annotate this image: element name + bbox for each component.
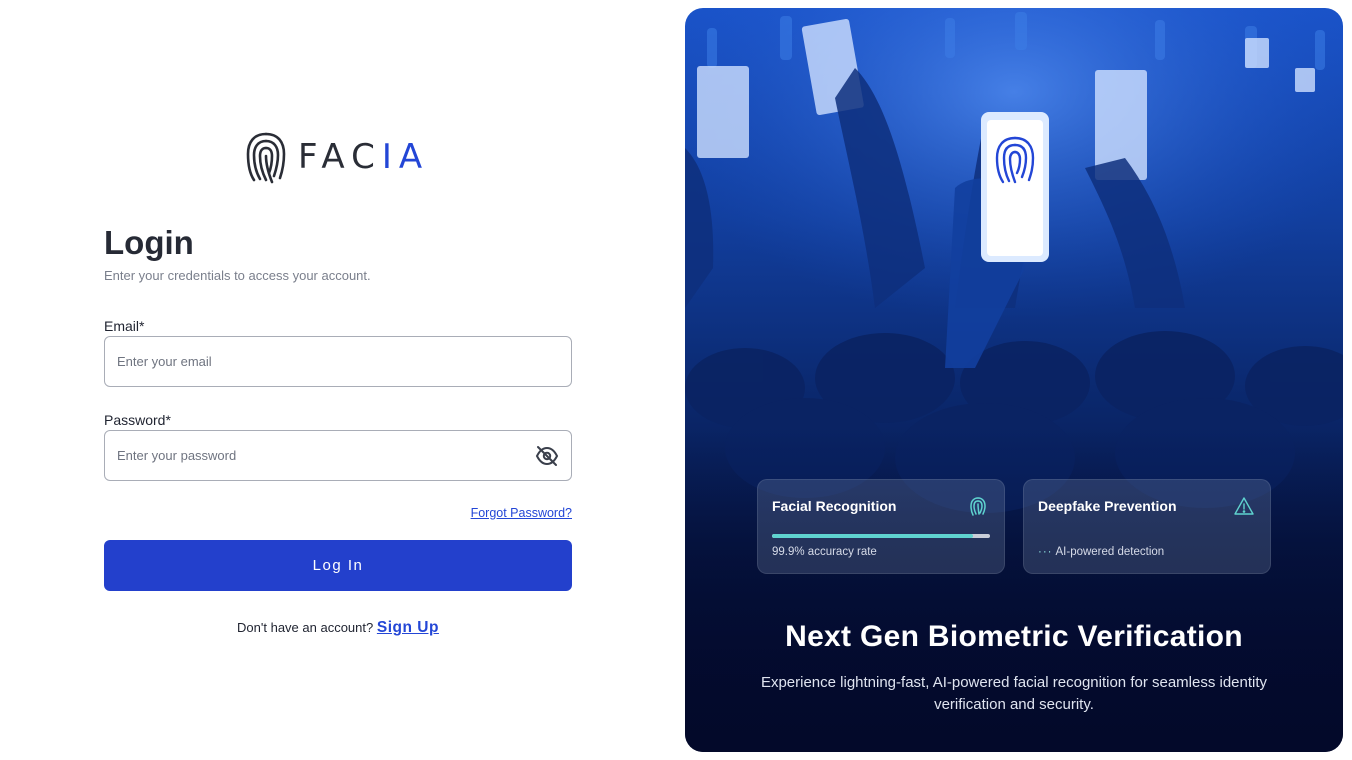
feature-card-facial-recognition: Facial Recognition 99.9% accuracy rate [757,479,1005,574]
card-caption: 99.9% accuracy rate [772,546,877,558]
password-field-wrapper [104,430,572,481]
accuracy-progress-bar [772,534,990,538]
brand-wordmark: FACIA [298,137,430,177]
password-label: Password* [104,412,171,428]
page-title: Login [104,224,194,261]
card-caption-row: ··· AI-powered detection [1038,546,1164,558]
accuracy-progress-fill [772,534,973,538]
login-panel: FACIA Login Enter your credentials to ac… [0,0,676,760]
eye-off-icon[interactable] [535,444,559,468]
promo-description: Experience lightning-fast, AI-powered fa… [760,674,1268,713]
signup-prompt: Don't have an account? [237,620,374,635]
signup-row: Don't have an account? Sign Up [104,619,572,637]
warning-triangle-icon [1234,497,1254,515]
login-button[interactable]: Log In [104,540,572,591]
card-title: Deepfake Prevention [1038,498,1177,514]
brand-logo: FACIA [244,128,429,186]
fingerprint-icon [970,497,986,516]
email-field[interactable] [117,354,559,369]
feature-card-deepfake-prevention: Deepfake Prevention ··· AI-powered detect… [1023,479,1271,574]
password-field[interactable] [117,448,517,463]
page-subtitle: Enter your credentials to access your ac… [104,268,371,283]
email-field-wrapper [104,336,572,387]
card-title: Facial Recognition [772,498,897,514]
promo-panel: Facial Recognition 99.9% accuracy rate D… [685,8,1343,752]
email-label: Email* [104,318,145,334]
card-caption: AI-powered detection [1055,546,1165,558]
signup-link[interactable]: Sign Up [377,619,439,636]
forgot-password-link[interactable]: Forgot Password? [470,506,572,520]
promo-headline: Next Gen Biometric Verification [785,620,1243,653]
fingerprint-icon [246,132,286,184]
status-dots: ··· [1038,546,1053,558]
